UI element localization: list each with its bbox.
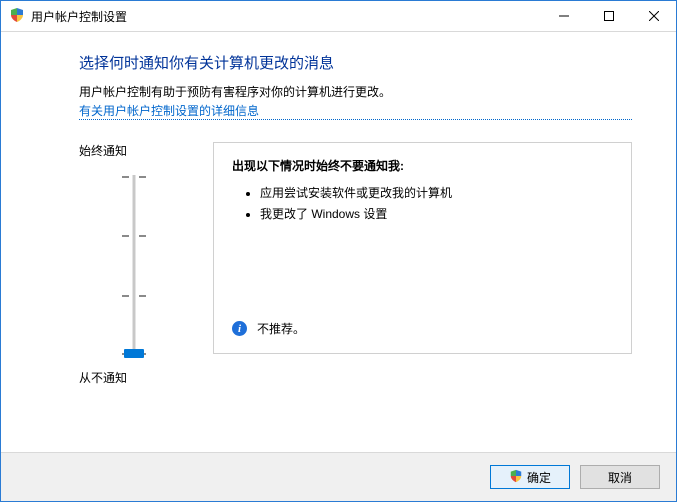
slider-column: 始终通知 从不通知 [79,142,189,452]
panel-footer: i 不推荐。 [232,320,305,337]
ok-button[interactable]: 确定 [490,465,570,489]
titlebar: 用户帐户控制设置 [1,1,676,32]
panel-title: 出现以下情况时始终不要通知我: [232,157,613,174]
slider-tick [122,235,146,237]
panel-footer-text: 不推荐。 [257,320,305,337]
slider-bottom-label: 从不通知 [79,369,127,386]
slider-tick [122,295,146,297]
panel-bullet-list: 应用尝试安装软件或更改我的计算机 我更改了 Windows 设置 [232,184,613,222]
title-left: 用户帐户控制设置 [1,7,541,26]
shield-icon [509,469,523,486]
learn-more-link[interactable]: 有关用户帐户控制设置的详细信息 [79,102,632,120]
close-button[interactable] [631,2,676,31]
window-title: 用户帐户控制设置 [31,8,127,25]
slider-track [133,175,136,355]
cancel-button[interactable]: 取消 [580,465,660,489]
button-bar: 确定 取消 [1,452,676,501]
shield-icon [9,7,25,26]
info-panel: 出现以下情况时始终不要通知我: 应用尝试安装软件或更改我的计算机 我更改了 Wi… [213,142,632,354]
minimize-button[interactable] [541,2,586,31]
page-heading: 选择何时通知你有关计算机更改的消息 [79,52,632,73]
content: 选择何时通知你有关计算机更改的消息 用户帐户控制有助于预防有害程序对你的计算机进… [1,32,676,452]
maximize-button[interactable] [586,2,631,31]
panel-bullet: 应用尝试安装软件或更改我的计算机 [260,184,613,201]
slider-top-label: 始终通知 [79,142,127,159]
uac-slider[interactable] [114,175,154,355]
ok-button-label: 确定 [527,469,551,486]
info-icon: i [232,321,247,336]
body-row: 始终通知 从不通知 出现以下情况时始终不要通知我: 应用尝 [79,142,632,452]
page-description: 用户帐户控制有助于预防有害程序对你的计算机进行更改。 [79,83,632,100]
slider-tick [122,176,146,178]
slider-thumb[interactable] [124,349,144,358]
panel-bullet: 我更改了 Windows 设置 [260,205,613,222]
cancel-button-label: 取消 [608,469,632,486]
uac-window: 用户帐户控制设置 选择何时通知你有关计算机更改的消息 用户帐户控制有助于预防有害… [0,0,677,502]
content-inner: 选择何时通知你有关计算机更改的消息 用户帐户控制有助于预防有害程序对你的计算机进… [1,48,676,452]
